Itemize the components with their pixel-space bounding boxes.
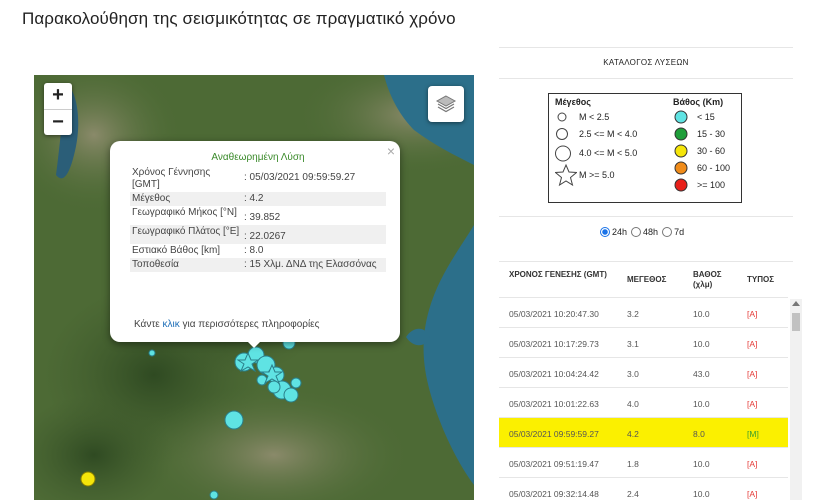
popup-more-info: Κάντε κλικ για περισσότερες πληροφορίες: [134, 319, 320, 330]
cell-time: 05/03/2021 09:59:59.27: [509, 429, 599, 439]
depth-dot-icon: [674, 110, 688, 124]
divider: [499, 216, 793, 217]
event-details-table: Αναθεωρημένη Λύση Χρόνος Γέννησης [GMT]:…: [130, 150, 386, 272]
popup-close-button[interactable]: ×: [387, 143, 395, 159]
cell-time: 05/03/2021 10:01:22.63: [509, 399, 599, 409]
popup-more-link[interactable]: κλικ: [163, 319, 180, 330]
cell-depth: 10.0: [693, 339, 710, 349]
cell-type: [A]: [747, 369, 758, 379]
depth-dot-icon: [674, 161, 688, 175]
zoom-out-button[interactable]: −: [44, 109, 72, 135]
radio-24h[interactable]: [600, 227, 610, 237]
cell-type: [A]: [747, 399, 758, 409]
legend-depth: Βάθος (Km) < 15 15 - 30 30 - 60 60 - 100…: [673, 97, 730, 194]
legend-magnitude-title: Μέγεθος: [555, 97, 591, 107]
events-table: 05/03/2021 10:20:47.30 3.2 10.0 [A] 05/03/20…: [499, 297, 788, 500]
table-header: ΧΡΟΝΟΣ ΓΕΝΕΣΗΣ (GMT) ΜΕΓΕΘΟΣ ΒΑΘΟΣ (χλμ)…: [499, 261, 793, 297]
time-range-selector: 24h 48h 7d: [600, 227, 688, 237]
radio-7d[interactable]: [662, 227, 673, 237]
cell-depth: 8.0: [693, 429, 705, 439]
depth-dot-icon: [674, 178, 688, 192]
table-row[interactable]: 05/03/2021 10:17:29.73 3.1 10.0 [A]: [499, 327, 788, 357]
cell-depth: 43.0: [693, 369, 710, 379]
table-row[interactable]: 05/03/2021 10:20:47.30 3.2 10.0 [A]: [499, 297, 788, 327]
event-popup: × Αναθεωρημένη Λύση Χρόνος Γέννησης [GMT…: [110, 141, 400, 348]
legend-magnitude: Μέγεθος M < 2.5 2.5 <= M < 4.0 4.0 <= M …: [555, 97, 637, 187]
table-row[interactable]: 05/03/2021 10:01:22.63 4.0 10.0 [A]: [499, 387, 788, 417]
catalog-panel: ΚΑΤΑΛΟΓΟΣ ΛΥΣΕΩΝ Μέγεθος M < 2.5 2.5 <= …: [499, 47, 802, 500]
cell-depth: 10.0: [693, 459, 710, 469]
layers-icon: [435, 95, 457, 113]
cell-time: 05/03/2021 10:17:29.73: [509, 339, 599, 349]
cell-type: [A]: [747, 339, 758, 349]
cell-depth: 10.0: [693, 309, 710, 319]
header-depth[interactable]: ΒΑΘΟΣ (χλμ): [693, 270, 733, 290]
header-type[interactable]: ΤΥΠΟΣ: [747, 275, 774, 285]
table-scrollbar[interactable]: [790, 299, 802, 500]
radio-48h[interactable]: [631, 227, 642, 237]
cell-magnitude: 3.0: [627, 369, 639, 379]
cell-type: [M]: [747, 429, 759, 439]
header-time[interactable]: ΧΡΟΝΟΣ ΓΕΝΕΣΗΣ (GMT): [509, 270, 619, 280]
cell-time: 05/03/2021 09:51:19.47: [509, 459, 599, 469]
cell-magnitude: 4.0: [627, 399, 639, 409]
popup-row-magnitude: Μέγεθος: 4.2: [130, 192, 386, 206]
zoom-control: + −: [44, 83, 72, 135]
popup-heading: Αναθεωρημένη Λύση: [211, 152, 305, 163]
circle-small-icon: [557, 112, 567, 122]
cell-depth: 10.0: [693, 399, 710, 409]
cell-magnitude: 1.8: [627, 459, 639, 469]
scroll-thumb[interactable]: [792, 313, 800, 331]
star-icon: [555, 163, 577, 187]
popup-row-latitude: Γεωγραφικό Πλάτος [°E]: 22.0267: [130, 225, 386, 244]
popup-row-longitude: Γεωγραφικό Μήκος [°N]: 39.852: [132, 207, 281, 223]
legend-box: Μέγεθος M < 2.5 2.5 <= M < 4.0 4.0 <= M …: [548, 93, 742, 203]
table-row[interactable]: 05/03/2021 10:04:24.42 3.0 43.0 [A]: [499, 357, 788, 387]
table-row[interactable]: 05/03/2021 09:51:19.47 1.8 10.0 [A]: [499, 447, 788, 477]
cell-type: [A]: [747, 489, 758, 499]
depth-dot-icon: [674, 127, 688, 141]
cell-magnitude: 3.1: [627, 339, 639, 349]
popup-tip: [244, 338, 264, 348]
cell-type: [A]: [747, 309, 758, 319]
zoom-in-button[interactable]: +: [44, 83, 72, 109]
scroll-up-arrow-icon[interactable]: [792, 301, 800, 306]
circle-large-icon: [555, 145, 571, 162]
legend-depth-title: Βάθος (Km): [673, 97, 724, 107]
cell-magnitude: 3.2: [627, 309, 639, 319]
cell-time: 05/03/2021 10:20:47.30: [509, 309, 599, 319]
layers-button[interactable]: [428, 86, 464, 122]
catalog-title: ΚΑΤΑΛΟΓΟΣ ΛΥΣΕΩΝ: [499, 47, 793, 79]
cell-magnitude: 2.4: [627, 489, 639, 499]
cell-type: [A]: [747, 459, 758, 469]
popup-row-depth: Εστιακό Βάθος [km]: 8.0: [132, 245, 264, 256]
depth-dot-icon: [674, 144, 688, 158]
circle-medium-icon: [556, 128, 568, 140]
header-magnitude[interactable]: ΜΕΓΕΘΟΣ: [627, 275, 666, 285]
table-row[interactable]: 05/03/2021 09:59:59.27 4.2 8.0 [M]: [499, 417, 788, 447]
table-row[interactable]: 05/03/2021 09:32:14.48 2.4 10.0 [A]: [499, 477, 788, 500]
cell-time: 05/03/2021 10:04:24.42: [509, 369, 599, 379]
cell-magnitude: 4.2: [627, 429, 639, 439]
popup-row-time: Χρόνος Γέννησης [GMT]: 05/03/2021 09:59:…: [132, 167, 356, 190]
cell-time: 05/03/2021 09:32:14.48: [509, 489, 599, 499]
popup-row-location: Τοποθεσία: 15 Χλμ. ΔΝΔ της Ελασσόνας: [130, 258, 386, 272]
cell-depth: 10.0: [693, 489, 710, 499]
seismicity-map[interactable]: + − × Αναθεωρημένη Λύση Χρόνος Γέννησης …: [34, 75, 474, 500]
page-title: Παρακολούθηση της σεισμικότητας σε πραγμ…: [22, 9, 456, 28]
